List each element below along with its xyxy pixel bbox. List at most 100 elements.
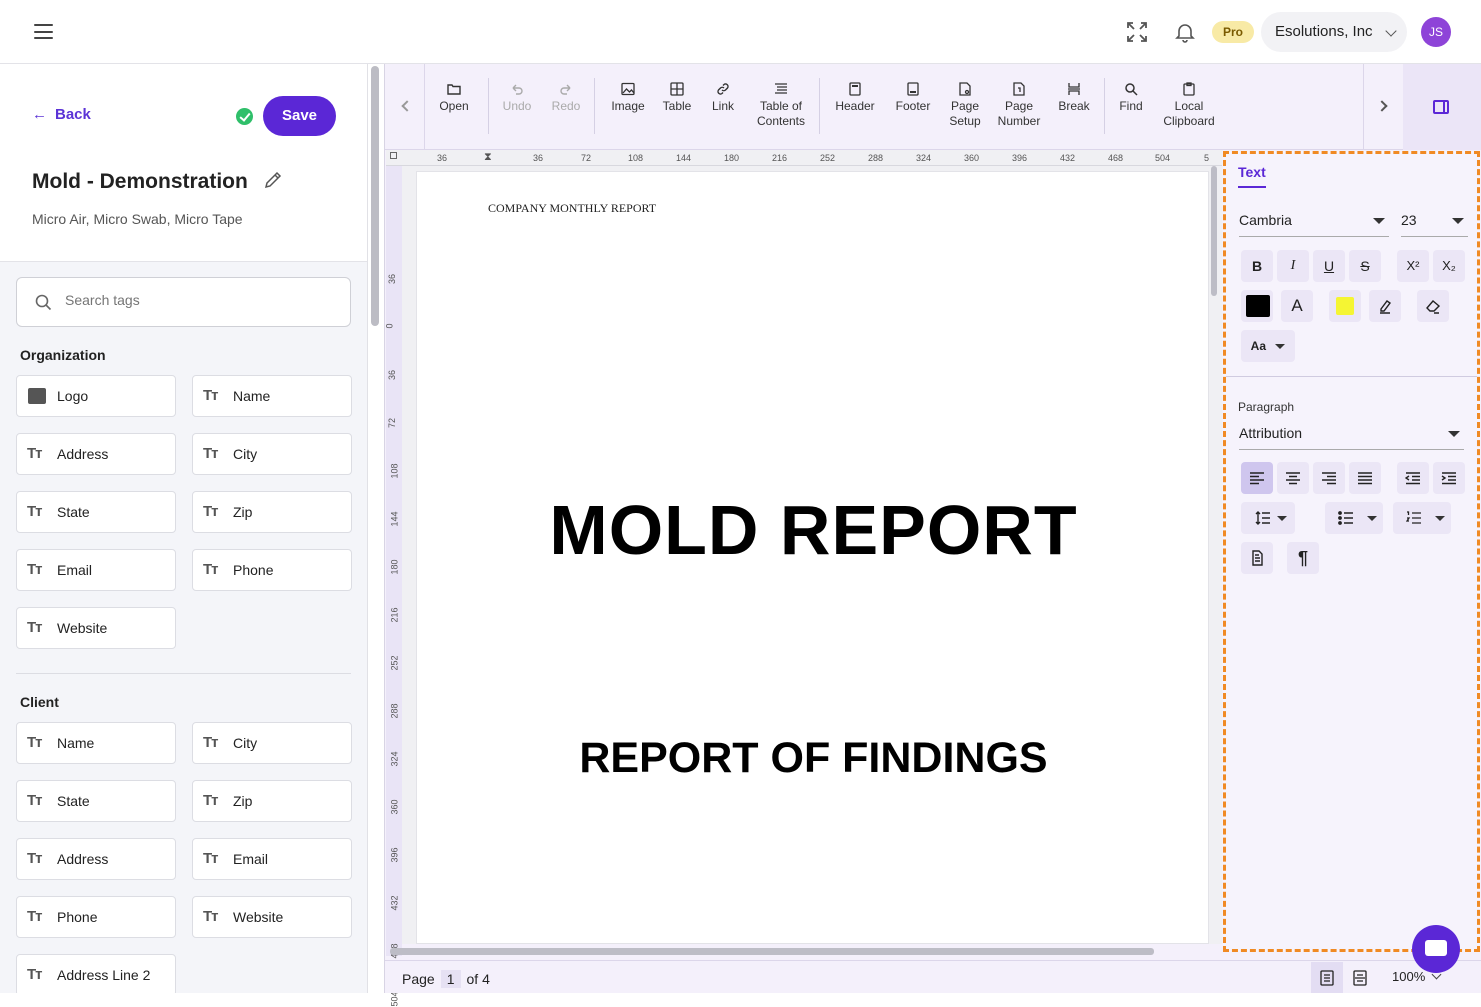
print-layout-view-button[interactable] — [1311, 962, 1343, 993]
tag-client-phone[interactable]: Tт Phone — [16, 896, 176, 938]
tab-text[interactable]: Text — [1238, 164, 1266, 188]
tag-client-address[interactable]: Tт Address — [16, 838, 176, 880]
tag-org-city[interactable]: Tт City — [192, 433, 352, 475]
tag-org-address[interactable]: Tт Address — [16, 433, 176, 475]
tag-org-website[interactable]: Tт Website — [16, 607, 176, 649]
undo-button[interactable]: Undo — [499, 82, 535, 114]
search-tags-input[interactable] — [65, 292, 335, 308]
tag-client-name[interactable]: Tт Name — [16, 722, 176, 764]
font-size-select[interactable]: 23 — [1401, 207, 1468, 237]
folder-icon — [447, 84, 461, 95]
tag-org-name[interactable]: Tт Name — [192, 375, 352, 417]
tag-label: City — [233, 735, 258, 751]
toolbar-scroll-left[interactable] — [385, 64, 425, 150]
local-clipboard-button[interactable]: Local Clipboard — [1159, 82, 1219, 129]
show-formatting-marks-button[interactable]: ¶ — [1287, 542, 1319, 574]
toggle-side-panel-button[interactable] — [1403, 64, 1481, 150]
tag-org-logo[interactable]: Logo — [16, 375, 176, 417]
page-setup-button[interactable]: Page Setup — [945, 82, 985, 129]
avatar[interactable]: JS — [1421, 17, 1451, 47]
footer-button[interactable]: Footer — [893, 82, 933, 114]
tag-client-zip[interactable]: Tт Zip — [192, 780, 352, 822]
align-center-button[interactable] — [1277, 462, 1309, 494]
open-button[interactable]: Open — [437, 82, 471, 114]
find-button[interactable]: Find — [1116, 82, 1146, 114]
increase-indent-button[interactable] — [1433, 462, 1465, 494]
toc-label-line-1: Table of — [759, 99, 803, 113]
decrease-indent-button[interactable] — [1397, 462, 1429, 494]
highlight-color-swatch — [1336, 297, 1354, 315]
document-heading[interactable]: MOLD REPORT — [417, 490, 1210, 570]
page-horizontal-scrollbar[interactable] — [390, 948, 1154, 955]
hamburger-menu-icon[interactable] — [34, 24, 53, 39]
text-case-button[interactable]: Aa — [1241, 330, 1295, 362]
superscript-button[interactable]: X² — [1397, 250, 1429, 282]
align-right-button[interactable] — [1313, 462, 1345, 494]
tag-client-address-line-2[interactable]: Tт Address Line 2 — [16, 954, 176, 993]
subscript-button[interactable]: X₂ — [1433, 250, 1465, 282]
back-link[interactable]: ← Back — [32, 106, 91, 123]
page-header-text[interactable]: COMPANY MONTHLY REPORT — [488, 201, 656, 216]
chevron-right-icon — [1376, 100, 1388, 112]
font-family-select[interactable]: Cambria — [1239, 207, 1389, 237]
bullet-list-button[interactable] — [1325, 502, 1383, 534]
panel-divider — [1226, 376, 1477, 377]
tag-org-zip[interactable]: Tт Zip — [192, 491, 352, 533]
tag-org-email[interactable]: Tт Email — [16, 549, 176, 591]
tag-org-phone[interactable]: Tт Phone — [192, 549, 352, 591]
table-of-contents-button[interactable]: Table of Contents — [753, 82, 809, 129]
horizontal-ruler[interactable]: 36 ⧗ 36 72 108 144 180 216 252 288 324 3… — [386, 150, 1222, 166]
strikethrough-button[interactable]: S — [1349, 250, 1381, 282]
align-justify-button[interactable] — [1349, 462, 1381, 494]
web-layout-view-button[interactable] — [1344, 962, 1376, 993]
pencil-edit-icon[interactable] — [263, 170, 283, 190]
line-spacing-button[interactable] — [1241, 502, 1295, 534]
tag-client-city[interactable]: Tт City — [192, 722, 352, 764]
table-button[interactable]: Table — [659, 82, 695, 114]
align-left-icon — [1250, 472, 1264, 485]
document-page[interactable]: COMPANY MONTHLY REPORT MOLD REPORT REPOR… — [416, 171, 1209, 944]
tag-client-state[interactable]: Tт State — [16, 780, 176, 822]
highlighter-button[interactable] — [1369, 290, 1401, 322]
save-button[interactable]: Save — [263, 96, 336, 136]
link-button[interactable]: Link — [708, 82, 738, 114]
align-left-button[interactable] — [1241, 462, 1273, 494]
text-icon: Tт — [27, 445, 43, 462]
bell-icon[interactable] — [1173, 20, 1197, 44]
document-subheading[interactable]: REPORT OF FINDINGS — [417, 734, 1210, 783]
clear-format-button[interactable] — [1417, 290, 1449, 322]
tag-client-website[interactable]: Tт Website — [192, 896, 352, 938]
bold-button[interactable]: B — [1241, 250, 1273, 282]
toolbar-scroll-right[interactable] — [1363, 64, 1403, 150]
break-button[interactable]: Break — [1055, 82, 1093, 114]
vertical-ruler[interactable]: 36 0 36 72 108 144 180 216 252 288 324 3… — [385, 166, 402, 1007]
organization-select[interactable]: Esolutions, Inc — [1261, 12, 1407, 52]
search-tags-field[interactable] — [16, 277, 351, 327]
image-button[interactable]: Image — [608, 82, 648, 114]
paragraph-style-select[interactable]: Attribution — [1239, 420, 1464, 450]
chat-support-button[interactable] — [1412, 925, 1460, 973]
redo-button[interactable]: Redo — [548, 82, 584, 114]
tag-org-state[interactable]: Tт State — [16, 491, 176, 533]
indent-marker-icon[interactable]: ⧗ — [484, 151, 494, 164]
font-color-button[interactable]: A — [1281, 290, 1313, 322]
highlight-swatch-button[interactable] — [1329, 290, 1361, 322]
client-tags: Tт Name Tт City Tт State Tт Zip Tт Address Tт… — [16, 722, 352, 993]
page-vertical-scrollbar[interactable] — [1211, 166, 1217, 296]
fullscreen-icon[interactable] — [1125, 20, 1149, 44]
numbered-list-button[interactable] — [1393, 502, 1451, 534]
highlighter-pen-icon — [1380, 300, 1392, 314]
sidebar-scrollbar[interactable] — [371, 66, 379, 326]
document-canvas[interactable]: COMPANY MONTHLY REPORT MOLD REPORT REPOR… — [402, 166, 1222, 944]
italic-button[interactable]: I — [1277, 250, 1309, 282]
caret-down-icon — [1448, 431, 1460, 437]
current-page-input[interactable]: 1 — [440, 970, 461, 988]
page-format-button[interactable] — [1241, 542, 1273, 574]
align-center-icon — [1286, 472, 1300, 485]
ruler-tick: 108 — [628, 153, 644, 163]
underline-button[interactable]: U — [1313, 250, 1345, 282]
header-button[interactable]: Header — [833, 82, 877, 114]
page-number-button[interactable]: Page Number — [995, 82, 1043, 129]
tag-client-email[interactable]: Tт Email — [192, 838, 352, 880]
font-color-swatch-button[interactable] — [1241, 290, 1273, 322]
